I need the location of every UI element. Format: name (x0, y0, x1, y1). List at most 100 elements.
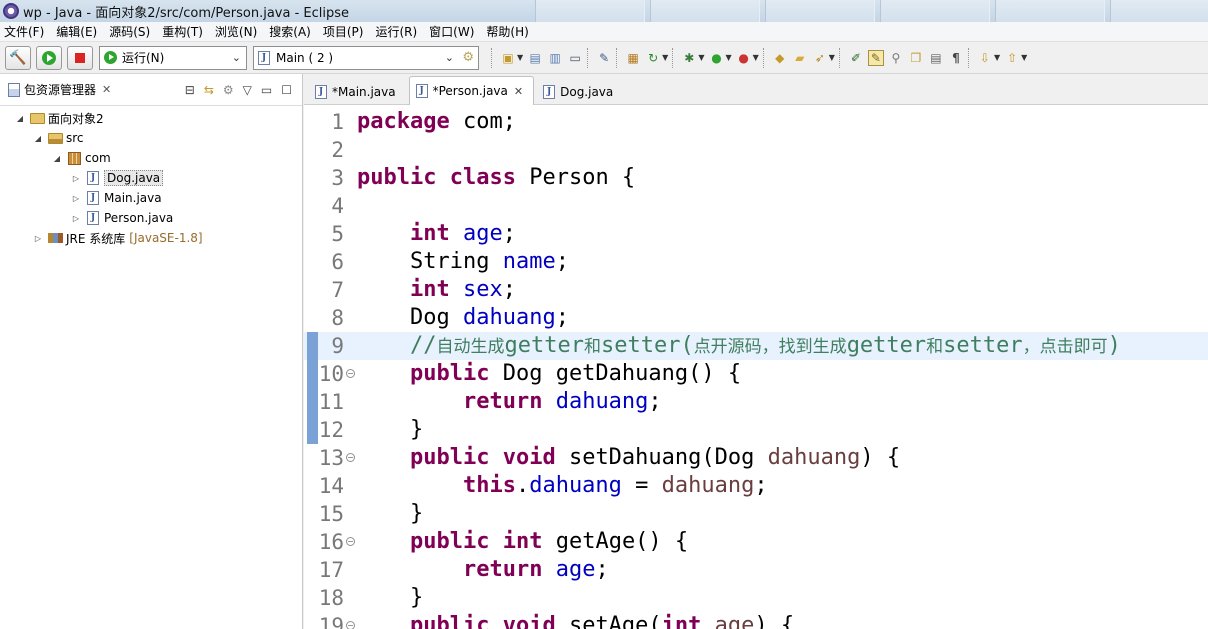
menu-source[interactable]: 源码(S) (109, 23, 150, 40)
code-line[interactable]: 12 } (304, 416, 1208, 444)
build-hammer-button[interactable]: 🔨 (5, 45, 31, 70)
minimize-icon[interactable]: ▭ (261, 83, 272, 97)
code-line[interactable]: 11 return dahuang; (304, 388, 1208, 416)
code-line[interactable]: 19− public void setAge(int age) { (304, 612, 1208, 629)
gear-icon[interactable]: ⚙ (462, 50, 474, 65)
tree-node-package[interactable]: ◢ com (0, 148, 302, 168)
menu-refactor[interactable]: 重构(T) (162, 23, 203, 40)
help-icon[interactable]: ✐ (848, 50, 864, 66)
fold-toggle-icon[interactable]: − (346, 537, 355, 546)
code-line[interactable]: 15 } (304, 500, 1208, 528)
link-with-editor-icon[interactable]: ⇆ (204, 83, 214, 97)
dropdown-arrow-icon[interactable]: ▼ (662, 53, 668, 62)
tab-main-java[interactable]: J *Main.java (308, 78, 407, 104)
open-folder-icon[interactable]: ▰ (792, 50, 808, 66)
filter-icon[interactable]: ⚙ (223, 83, 234, 97)
dropdown-arrow-icon[interactable]: ▼ (725, 53, 731, 62)
maximize-icon[interactable]: ☐ (281, 83, 292, 97)
menu-search[interactable]: 搜索(A) (269, 23, 311, 40)
code-line[interactable]: 3 public class Person { (304, 164, 1208, 192)
code-text: package com; (357, 108, 516, 136)
save-all-icon[interactable]: ▥ (547, 50, 563, 66)
menu-project[interactable]: 项目(P) (323, 23, 364, 40)
fold-toggle-icon[interactable]: − (346, 621, 355, 629)
show-whitespace-icon[interactable]: ¶ (948, 50, 964, 66)
close-icon[interactable]: ✕ (514, 85, 523, 98)
code-line[interactable]: 14 this.dahuang = dahuang; (304, 472, 1208, 500)
code-line[interactable]: 16− public int getAge() { (304, 528, 1208, 556)
code-line[interactable]: 9 //自动生成getter和setter(点开源码，找到生成getter和se… (304, 332, 1208, 360)
next-annotation-icon[interactable]: ⇩ (977, 50, 993, 66)
launch-config-select[interactable]: J Main ( 2 ) ⌄ ⚙ (253, 45, 479, 70)
code-token: ; (595, 557, 609, 582)
code-line[interactable]: 13− public void setDahuang(Dog dahuang) … (304, 444, 1208, 472)
fold-toggle-icon[interactable]: − (346, 453, 355, 462)
tree-node-file[interactable]: ▷ J Person.java (0, 208, 302, 228)
copy-icon[interactable]: ❐ (908, 50, 924, 66)
code-line[interactable]: 10− public Dog getDahuang() { (304, 360, 1208, 388)
dropdown-arrow-icon[interactable]: ▼ (829, 53, 835, 62)
dropdown-arrow-icon[interactable]: ▼ (1021, 53, 1027, 62)
dropdown-arrow-icon[interactable]: ▼ (994, 53, 1000, 62)
tree-node-project[interactable]: ◢ 面向对象2 (0, 108, 302, 128)
build-icon[interactable]: ▦ (625, 50, 641, 66)
menu-file[interactable]: 文件(F) (4, 23, 44, 40)
collapse-all-icon[interactable]: ⊟ (185, 83, 195, 97)
tree-node-file[interactable]: ▷ J Dog.java (0, 168, 302, 188)
code-line[interactable]: 5 int age; (304, 220, 1208, 248)
tab-person-java[interactable]: J *Person.java ✕ (408, 76, 535, 105)
skip-breakpoints-icon[interactable]: ✎ (596, 50, 612, 66)
menu-run[interactable]: 运行(R) (375, 23, 417, 40)
debug-icon[interactable]: ✱ (681, 50, 697, 66)
dropdown-arrow-icon[interactable]: ▼ (517, 53, 523, 62)
tree-node-file[interactable]: ▷ J Main.java (0, 188, 302, 208)
expanded-arrow-icon[interactable]: ◢ (51, 154, 63, 163)
fold-toggle-icon[interactable]: − (346, 369, 355, 378)
dropdown-arrow-icon[interactable]: ▼ (753, 53, 759, 62)
block-selection-icon[interactable]: ▤ (928, 50, 944, 66)
rocket-icon[interactable]: ➶ (812, 50, 828, 66)
tree-node-jre[interactable]: ▷ JRE 系统库 [JavaSE-1.8] (0, 228, 302, 248)
save-icon[interactable]: ▤ (527, 50, 543, 66)
new-java-project-icon[interactable]: ◆ (772, 50, 788, 66)
dropdown-arrow-icon[interactable]: ▼ (698, 53, 704, 62)
stop-button[interactable] (67, 45, 93, 70)
code-line[interactable]: 4 (304, 192, 1208, 220)
run-icon[interactable]: ● (708, 50, 724, 66)
console-icon[interactable]: ▭ (567, 50, 583, 66)
tree-node-src[interactable]: ◢ src (0, 128, 302, 148)
code-line[interactable]: 8 Dog dahuang; (304, 304, 1208, 332)
collapsed-arrow-icon[interactable]: ▷ (70, 174, 82, 183)
run-mode-select[interactable]: 运行(N) ⌄ (99, 45, 247, 70)
link-icon[interactable]: ⚲ (888, 50, 904, 66)
collapsed-arrow-icon[interactable]: ▷ (32, 234, 44, 243)
view-menu-icon[interactable]: ▽ (243, 83, 252, 97)
code-editor[interactable]: 1 package com; 2 3 public class Person {4 5 i… (304, 106, 1208, 629)
code-line[interactable]: 17 return age; (304, 556, 1208, 584)
expanded-arrow-icon[interactable]: ◢ (14, 114, 26, 123)
code-line[interactable]: 2 (304, 136, 1208, 164)
code-token: public (357, 165, 437, 190)
refresh-icon[interactable]: ↻ (645, 50, 661, 66)
code-line[interactable]: 18 } (304, 584, 1208, 612)
collapsed-arrow-icon[interactable]: ▷ (70, 194, 82, 203)
code-line[interactable]: 1 package com; (304, 108, 1208, 136)
collapsed-arrow-icon[interactable]: ▷ (70, 214, 82, 223)
menu-window[interactable]: 窗口(W) (429, 23, 474, 40)
menu-help[interactable]: 帮助(H) (486, 23, 528, 40)
menu-navigate[interactable]: 浏览(N) (215, 23, 257, 40)
code-text: } (357, 500, 423, 528)
expanded-arrow-icon[interactable]: ◢ (32, 134, 44, 143)
run-button[interactable] (36, 45, 62, 70)
previous-annotation-icon[interactable]: ⇧ (1004, 50, 1020, 66)
code-token: name (502, 249, 556, 274)
new-icon[interactable]: ▣ (500, 50, 516, 66)
close-icon[interactable]: ✕ (102, 83, 111, 96)
mark-occurrences-icon[interactable]: ✎ (867, 49, 884, 66)
tab-dog-java[interactable]: J Dog.java (536, 78, 624, 104)
menu-edit[interactable]: 编辑(E) (56, 23, 97, 40)
code-line[interactable]: 6 String name; (304, 248, 1208, 276)
code-line[interactable]: 7 int sex; (304, 276, 1208, 304)
external-tools-icon[interactable]: ● (736, 50, 752, 66)
